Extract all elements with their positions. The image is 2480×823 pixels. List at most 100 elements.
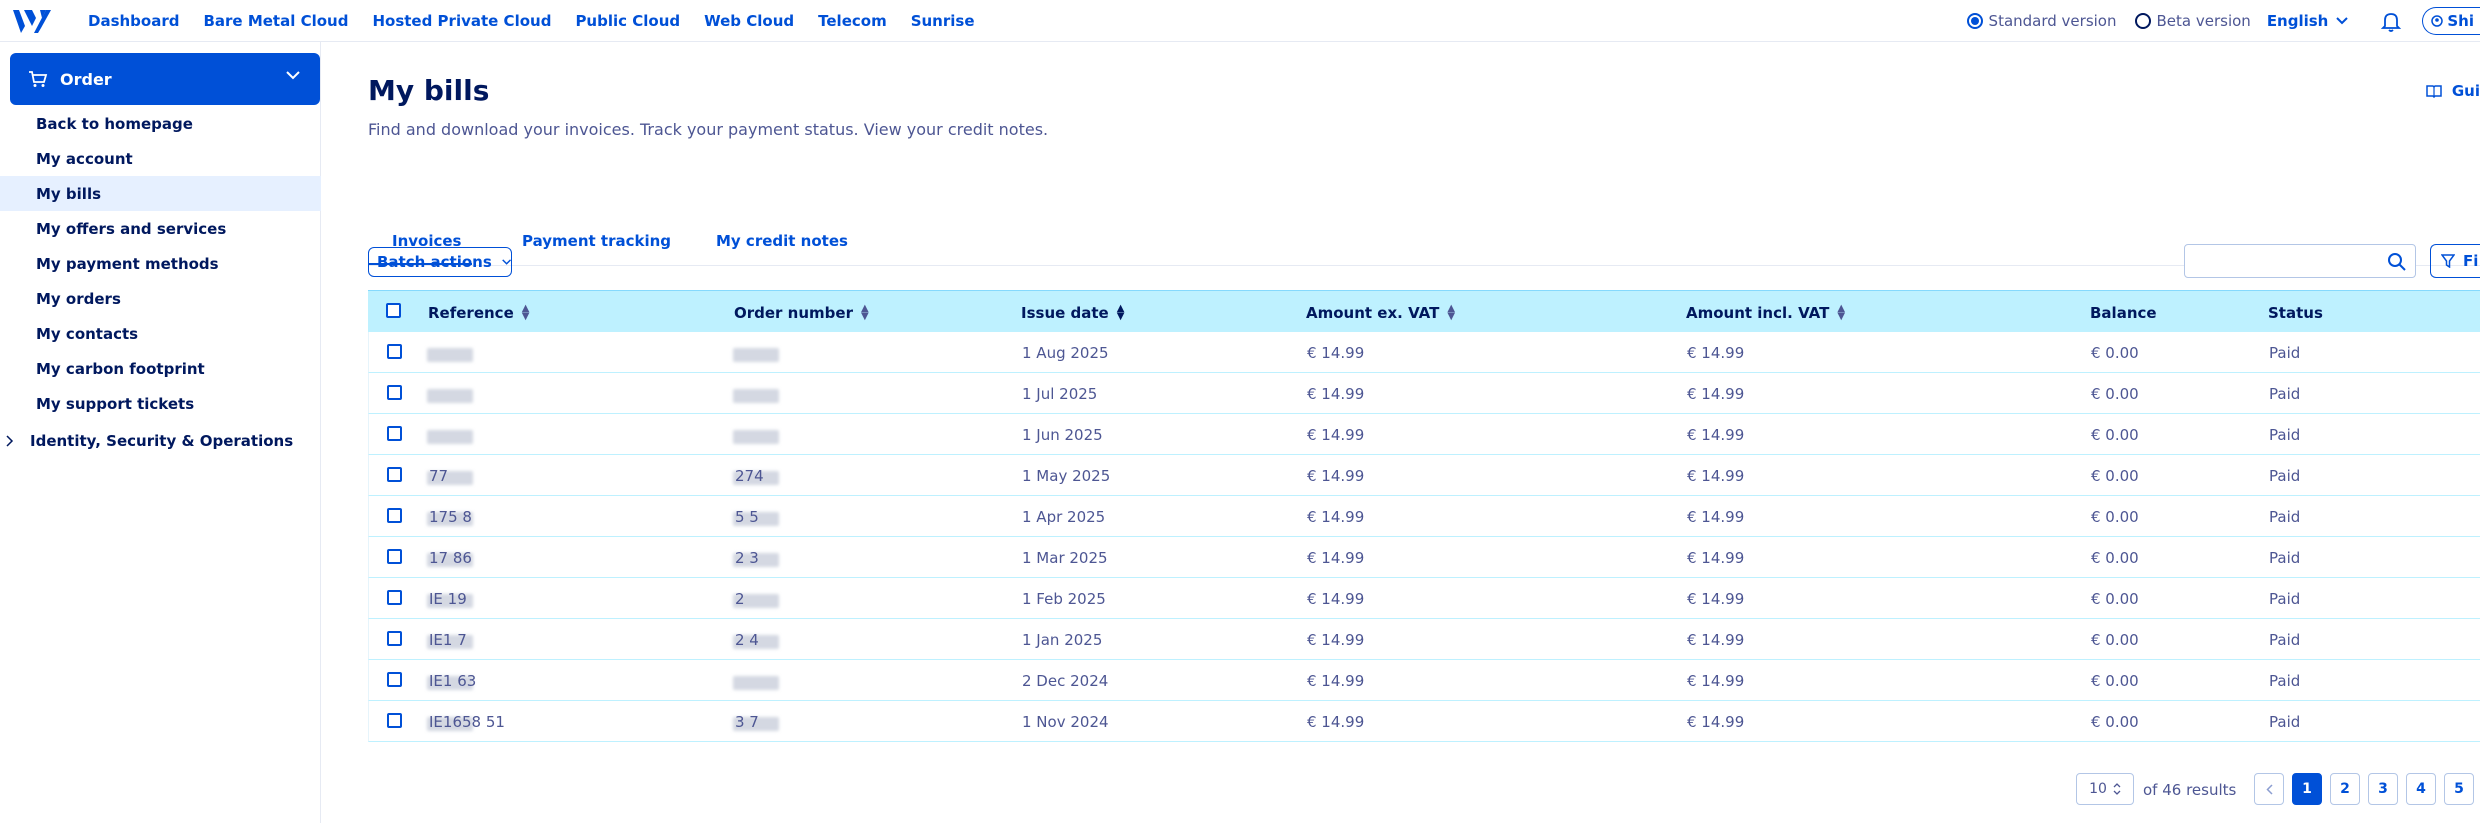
redacted-area (733, 386, 779, 404)
invoices-table: Reference ▲ ▼ Order number ▲ ▼ Issue date ▲ ▼ … (368, 290, 2480, 742)
order-button[interactable]: Order (10, 53, 320, 105)
search-icon[interactable] (2387, 252, 2407, 272)
bell-icon[interactable] (2380, 10, 2402, 32)
cell-balance: € 0.00 (2091, 672, 2139, 690)
cell-amount-incl-vat: € 14.99 (1687, 426, 1745, 444)
page-title: My bills (368, 74, 490, 107)
table-row[interactable]: IE1658 51 3 7 1 Nov 2024 € 14.99 € 14.99 € 0.… (368, 701, 2480, 742)
sidebar-item-my-account[interactable]: My account (0, 141, 321, 176)
table-row[interactable]: 77 274 1 May 2025 € 14.99 € 14.99 € 0.00 Paid (368, 455, 2480, 496)
batch-actions-button[interactable]: Batch actions (368, 247, 512, 277)
sidebar-item-my-bills[interactable]: My bills (0, 176, 321, 211)
filter-label: Fi (2463, 252, 2479, 270)
cell-balance: € 0.00 (2091, 713, 2139, 731)
column-amount-ex-vat[interactable]: Amount ex. VAT ▲ ▼ (1306, 304, 1455, 323)
row-checkbox[interactable] (387, 549, 402, 564)
cell-amount-incl-vat: € 14.99 (1687, 713, 1745, 731)
redacted-mask (427, 347, 473, 362)
table-row[interactable]: 17 86 2 3 1 Mar 2025 € 14.99 € 14.99 € 0.00 Pa… (368, 537, 2480, 578)
row-checkbox[interactable] (387, 672, 402, 687)
table-row[interactable]: 1 Jul 2025 € 14.99 € 14.99 € 0.00 Paid (368, 373, 2480, 414)
column-issue-date[interactable]: Issue date ▲ ▼ (1021, 304, 1124, 323)
cell-issue-date: 1 Apr 2025 (1022, 508, 1106, 526)
table-row[interactable]: IE1 63 2 Dec 2024 € 14.99 € 14.99 € 0.00 Paid (368, 660, 2480, 701)
nav-web-cloud[interactable]: Web Cloud (704, 12, 794, 30)
beta-version-radio[interactable]: Beta version (2134, 12, 2251, 30)
guides-link[interactable]: Gui (2426, 82, 2480, 100)
cell-order-number: 2 3 (735, 549, 759, 567)
row-checkbox[interactable] (387, 426, 402, 441)
sidebar-group-identity-security[interactable]: Identity, Security & Operations (0, 423, 321, 458)
cell-status: Paid (2269, 549, 2301, 567)
redacted-area (733, 673, 779, 691)
tab-my-credit-notes[interactable]: My credit notes (716, 232, 848, 250)
cell-amount-ex-vat: € 14.99 (1307, 713, 1365, 731)
rows-per-page-select[interactable]: 10 (2076, 773, 2134, 805)
cell-reference: 175 8 (429, 508, 472, 526)
sidebar-item-back-to-homepage[interactable]: Back to homepage (0, 106, 321, 141)
redacted-area (427, 345, 473, 363)
cell-issue-date: 1 Jun 2025 (1022, 426, 1103, 444)
column-reference[interactable]: Reference ▲ ▼ (428, 304, 529, 323)
cell-amount-ex-vat: € 14.99 (1307, 385, 1365, 403)
column-amount-incl-vat[interactable]: Amount incl. VAT ▲ ▼ (1686, 304, 1845, 323)
row-checkbox[interactable] (387, 385, 402, 400)
previous-page-button[interactable] (2254, 773, 2284, 805)
ovh-logo-icon[interactable] (10, 6, 54, 36)
table-row[interactable]: IE 19 2 1 Feb 2025 € 14.99 € 14.99 € 0.00 Paid (368, 578, 2480, 619)
table-row[interactable]: 1 Aug 2025 € 14.99 € 14.99 € 0.00 Paid (368, 332, 2480, 373)
column-order-number[interactable]: Order number ▲ ▼ (734, 304, 869, 323)
cart-icon (29, 71, 48, 87)
page-4-button[interactable]: 4 (2406, 773, 2436, 805)
column-label: Balance (2090, 304, 2157, 322)
user-account-button[interactable]: Shi (2422, 7, 2480, 35)
row-checkbox[interactable] (387, 713, 402, 728)
table-row[interactable]: 175 8 5 5 1 Apr 2025 € 14.99 € 14.99 € 0.00 Pa… (368, 496, 2480, 537)
redacted-mask (733, 429, 779, 444)
sidebar-item-my-payment-methods[interactable]: My payment methods (0, 246, 321, 281)
cell-issue-date: 1 Nov 2024 (1022, 713, 1109, 731)
nav-telecom[interactable]: Telecom (818, 12, 887, 30)
filter-icon (2441, 254, 2455, 268)
redacted-mask (733, 388, 779, 403)
page-5-button[interactable]: 5 (2444, 773, 2474, 805)
search-input[interactable] (2184, 244, 2416, 278)
sidebar-item-my-orders[interactable]: My orders (0, 281, 321, 316)
tab-payment-tracking[interactable]: Payment tracking (522, 232, 671, 250)
cell-amount-incl-vat: € 14.99 (1687, 508, 1745, 526)
page-1-button[interactable]: 1 (2292, 773, 2322, 805)
cell-amount-incl-vat: € 14.99 (1687, 631, 1745, 649)
guides-label: Gui (2451, 82, 2480, 100)
chevron-down-icon (501, 259, 511, 265)
cell-status: Paid (2269, 344, 2301, 362)
cell-issue-date: 1 Feb 2025 (1022, 590, 1106, 608)
row-checkbox[interactable] (387, 631, 402, 646)
top-nav: Dashboard Bare Metal Cloud Hosted Privat… (88, 0, 975, 42)
nav-bare-metal-cloud[interactable]: Bare Metal Cloud (203, 12, 348, 30)
table-row[interactable]: 1 Jun 2025 € 14.99 € 14.99 € 0.00 Paid (368, 414, 2480, 455)
nav-public-cloud[interactable]: Public Cloud (575, 12, 680, 30)
sidebar-item-my-support-tickets[interactable]: My support tickets (0, 386, 321, 421)
nav-sunrise[interactable]: Sunrise (911, 12, 975, 30)
table-row[interactable]: IE1 7 2 4 1 Jan 2025 € 14.99 € 14.99 € 0.00 Pa… (368, 619, 2480, 660)
user-icon (2431, 15, 2444, 27)
tabs: Invoices Payment tracking My credit note… (368, 176, 2480, 266)
cell-amount-incl-vat: € 14.99 (1687, 549, 1745, 567)
select-all-checkbox[interactable] (386, 303, 401, 318)
row-checkbox[interactable] (387, 590, 402, 605)
row-checkbox[interactable] (387, 508, 402, 523)
sidebar-item-my-offers[interactable]: My offers and services (0, 211, 321, 246)
row-checkbox[interactable] (387, 467, 402, 482)
page-3-button[interactable]: 3 (2368, 773, 2398, 805)
page-2-button[interactable]: 2 (2330, 773, 2360, 805)
chevron-down-icon (286, 71, 300, 80)
row-checkbox[interactable] (387, 344, 402, 359)
nav-dashboard[interactable]: Dashboard (88, 12, 179, 30)
sidebar-item-my-contacts[interactable]: My contacts (0, 316, 321, 351)
filter-button[interactable]: Fi (2430, 244, 2480, 278)
sidebar-item-my-carbon-footprint[interactable]: My carbon footprint (0, 351, 321, 386)
nav-hosted-private-cloud[interactable]: Hosted Private Cloud (372, 12, 551, 30)
standard-version-radio[interactable]: Standard version (1966, 12, 2117, 30)
cell-order-number: 5 5 (735, 508, 759, 526)
language-selector[interactable]: English (2267, 12, 2349, 30)
